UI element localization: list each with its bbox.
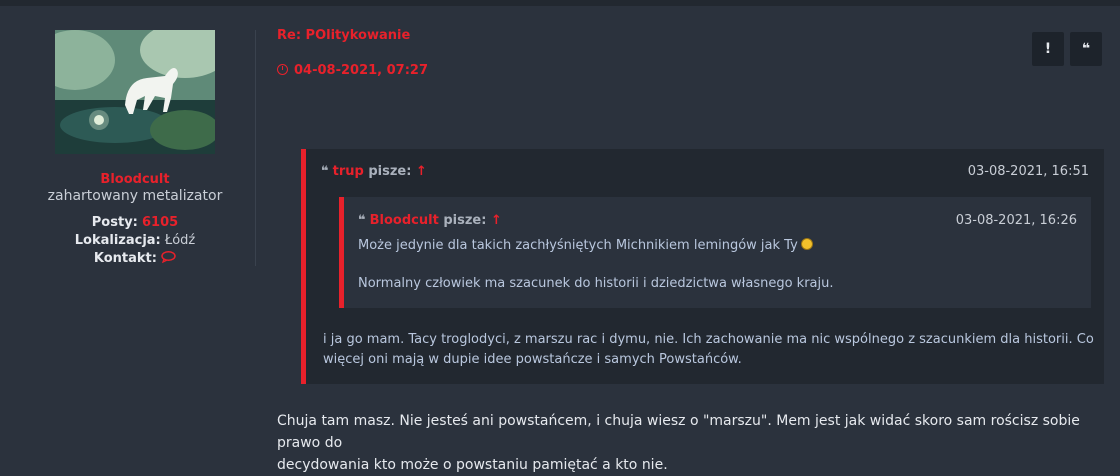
outer-quote-pisze: pisze: — [368, 164, 412, 179]
outer-quote-header: ❝ trup pisze: ↑ — [321, 164, 427, 179]
chat-bubble-icon[interactable] — [161, 251, 176, 266]
quote-block-outer: ❝ trup pisze: ↑ 03-08-2021, 16:51 ❝ Bloodc… — [301, 149, 1104, 384]
quote-button[interactable]: ❝ — [1070, 32, 1102, 66]
location-value: Łódź — [164, 233, 196, 248]
contact-row: Kontakt: — [0, 250, 270, 268]
quote-icon: ❝ — [1081, 41, 1091, 57]
posts-count[interactable]: 6105 — [142, 215, 178, 230]
outer-quote-jump-icon[interactable]: ↑ — [416, 164, 427, 179]
post-title[interactable]: Re: POlitykowanie — [277, 28, 410, 43]
inner-quote-header: ❝ Bloodcult pisze: ↑ — [358, 213, 502, 228]
quote-mark-icon: ❝ — [321, 164, 329, 179]
reply-line2: decydowania kto może o powstaniu pamięta… — [277, 457, 668, 473]
user-rank: zahartowany metalizator — [47, 188, 223, 204]
inner-quote-pisze: pisze: — [443, 213, 487, 228]
outer-quote-date: 03-08-2021, 16:51 — [967, 164, 1089, 179]
post-date-text: 04-08-2021, 07:27 — [294, 63, 428, 78]
quote-mark-icon: ❝ — [358, 213, 366, 228]
inner-quote-date: 03-08-2021, 16:26 — [955, 213, 1077, 228]
outer-quote-author[interactable]: trup — [333, 164, 364, 179]
clock-icon — [277, 64, 288, 75]
top-border — [0, 0, 1120, 6]
user-info: Posty: 6105 Lokalizacja: Łódź Kontakt: — [0, 214, 270, 268]
posts-label: Posty: — [91, 215, 138, 230]
location-row: Lokalizacja: Łódź — [0, 232, 270, 250]
posts-row: Posty: 6105 — [0, 214, 270, 232]
avatar-image — [55, 30, 215, 154]
contact-label: Kontakt: — [93, 251, 157, 266]
inner-quote-line2: Normalny człowiek ma szacunek do histori… — [358, 276, 834, 291]
outer-quote-line1: i ja go mam. Tacy troglodyci, z marszu r… — [323, 332, 1094, 347]
report-button[interactable]: ! — [1032, 32, 1064, 66]
inner-quote-line1: Może jedynie dla takich zachłyśniętych M… — [358, 238, 798, 253]
quote-block-inner: ❝ Bloodcult pisze: ↑ 03-08-2021, 16:26 Mo… — [339, 197, 1091, 308]
avatar[interactable] — [55, 30, 215, 154]
username[interactable]: Bloodcult — [0, 172, 270, 187]
inner-quote-author[interactable]: Bloodcult — [370, 213, 439, 228]
inner-quote-jump-icon[interactable]: ↑ — [491, 213, 502, 228]
location-label: Lokalizacja: — [74, 233, 161, 248]
reply-line1: Chuja tam masz. Nie jesteś ani powstańce… — [277, 413, 1080, 451]
inner-quote-text-1: Może jedynie dla takich zachłyśniętych M… — [358, 235, 813, 257]
author-profile: Bloodcult zahartowany metalizator Posty:… — [0, 30, 270, 268]
post-date[interactable]: 04-08-2021, 07:27 — [277, 63, 428, 78]
profile-divider — [255, 30, 256, 266]
outer-quote-line2: więcej oni mają w dupie idee powstańcze … — [323, 352, 742, 367]
wink-smiley-icon — [800, 238, 813, 250]
reply-text: Chuja tam masz. Nie jesteś ani powstańce… — [277, 410, 1097, 476]
